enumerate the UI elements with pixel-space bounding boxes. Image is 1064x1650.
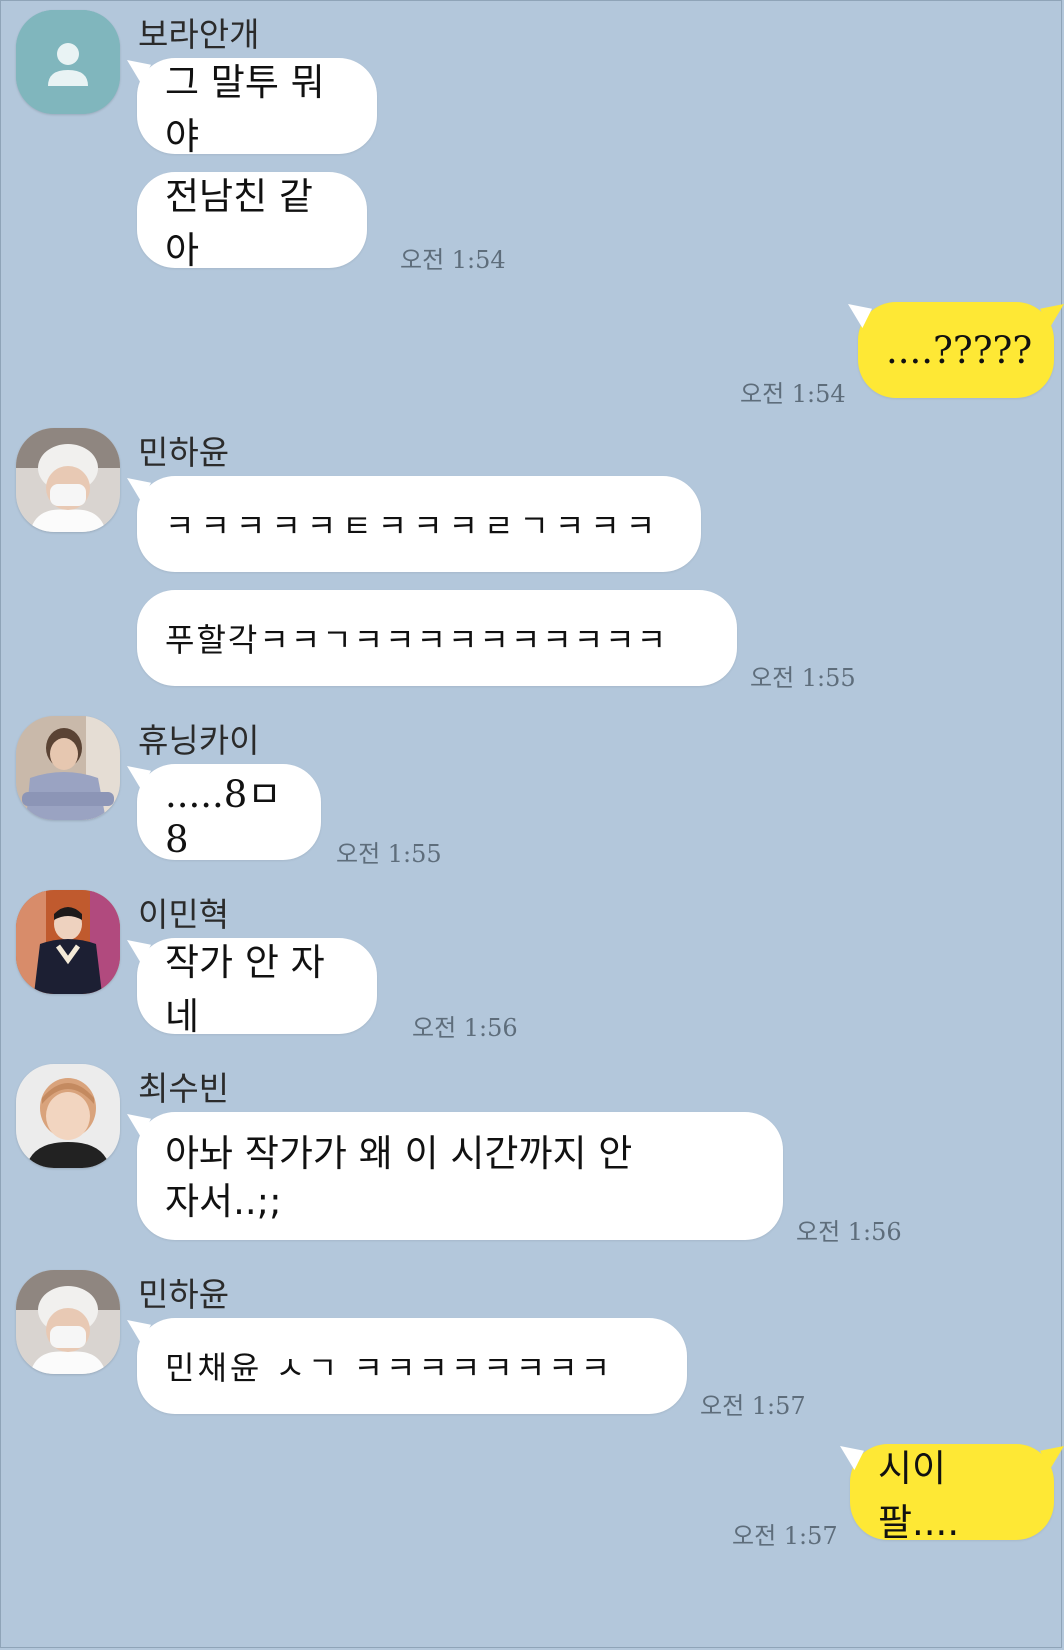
profile-photo[interactable] [16, 890, 120, 994]
profile-photo[interactable] [16, 1270, 120, 1374]
message-time: 오전 1:55 [750, 664, 856, 692]
message-time: 오전 1:54 [400, 246, 506, 274]
sender-name: 이민혁 [138, 895, 230, 934]
default-profile-icon[interactable] [16, 10, 120, 114]
message-bubble[interactable]: ㅋㅋㅋㅋㅋㅌㅋㅋㅋㄹㄱㅋㅋㅋ [137, 476, 701, 572]
message-time: 오전 1:57 [700, 1392, 806, 1420]
message-time: 오전 1:54 [740, 380, 846, 408]
message-bubble[interactable]: 그 말투 뭐야 [137, 58, 377, 158]
sender-name: 민하윤 [138, 1275, 230, 1314]
message-bubble[interactable]: 아놔 작가가 왜 이 시간까지 안 자서..;; [137, 1112, 783, 1240]
sender-name: 민하윤 [138, 433, 230, 472]
sender-name: 최수빈 [138, 1069, 230, 1108]
my-message-bubble[interactable]: ....????? [858, 302, 1054, 398]
sender-name: 보라안개 [138, 15, 260, 54]
sender-name: 휴닝카이 [138, 721, 260, 760]
message-bubble[interactable]: 푸할각ㅋㅋㄱㅋㅋㅋㅋㅋㅋㅋㅋㅋㅋ [137, 590, 737, 686]
profile-photo[interactable] [16, 1064, 120, 1168]
message-time: 오전 1:56 [796, 1218, 902, 1246]
message-time: 오전 1:56 [412, 1014, 518, 1042]
message-bubble[interactable]: 작가 안 자네 [137, 938, 377, 1038]
message-bubble[interactable]: 전남친 같아 [137, 172, 367, 272]
my-message-bubble[interactable]: 시이팔.... [850, 1444, 1054, 1544]
profile-photo[interactable] [16, 428, 120, 532]
profile-photo[interactable] [16, 716, 120, 820]
message-bubble[interactable]: .....8ㅁ8 [137, 764, 321, 861]
message-time: 오전 1:57 [732, 1522, 838, 1550]
message-bubble[interactable]: 민채윤 ㅅㄱ ㅋㅋㅋㅋㅋㅋㅋㅋ [137, 1318, 687, 1414]
message-time: 오전 1:55 [336, 840, 442, 868]
